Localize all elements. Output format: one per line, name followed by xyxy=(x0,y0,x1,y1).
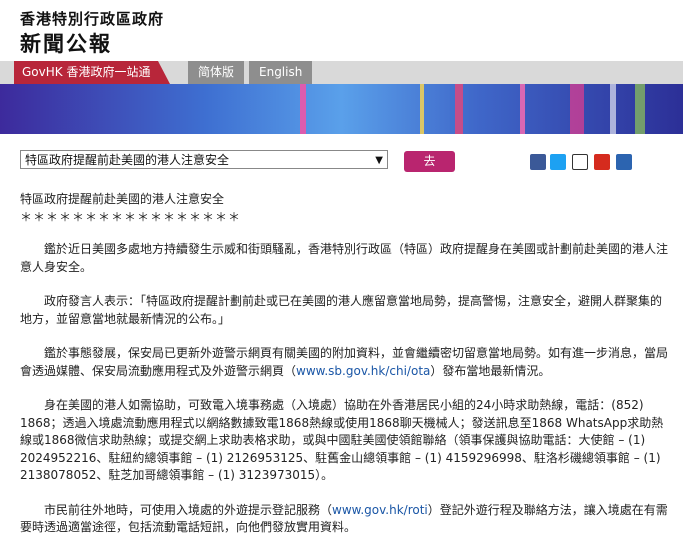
header-org: 香港特別行政區政府 xyxy=(20,10,165,28)
nav-bar: GovHK 香港政府一站通 简体版 English xyxy=(0,61,683,84)
simplified-chinese-link[interactable]: 简体版 xyxy=(188,61,245,84)
article-content: 特區政府提醒前赴美國的港人注意安全 ＊＊＊＊＊＊＊＊＊＊＊＊＊＊＊＊＊ 鑑於近日… xyxy=(20,191,670,554)
page-title: 新聞公報 xyxy=(20,32,112,56)
facebook-icon[interactable] xyxy=(530,154,546,170)
paragraph-2: 政府發言人表示：「特區政府提醒計劃前赴或已在美國的港人應留意當地局勢，提高警惕，… xyxy=(20,294,663,326)
paragraph-5-text-a: 市民前往外地時，可使用入境處的外遊提示登記服務（ xyxy=(44,502,333,517)
article-headline: 特區政府提醒前赴美國的港人注意安全 xyxy=(20,192,225,206)
press-release-select[interactable]: 特區政府提醒前赴美國的港人注意安全 ▼ xyxy=(20,150,388,169)
mail-icon[interactable] xyxy=(572,154,588,170)
ota-link[interactable]: www.sb.gov.hk/chi/ota xyxy=(296,364,430,378)
chevron-down-icon: ▼ xyxy=(375,155,383,166)
separator-stars: ＊＊＊＊＊＊＊＊＊＊＊＊＊＊＊＊＊ xyxy=(20,209,242,224)
print-icon[interactable] xyxy=(616,154,632,170)
paragraph-4: 身在美國的港人如需協助，可致電入境事務處（入境處）協助在外香港居民小組的24小時… xyxy=(20,398,664,482)
paragraph-3: 鑑於事態發展，保安局已更新外遊警示網頁有關美國的附加資料，並會繼續密切留意當地局… xyxy=(20,345,670,380)
twitter-icon[interactable] xyxy=(550,154,566,170)
english-link[interactable]: English xyxy=(249,61,313,84)
paragraph-3-text-b: ）發布當地最新情況。 xyxy=(430,363,551,378)
weibo-icon[interactable] xyxy=(594,154,610,170)
banner-image xyxy=(0,84,683,134)
paragraph-1: 鑑於近日美國多處地方持續發生示威和街頭騷亂，香港特別行政區（特區）政府提醒身在美… xyxy=(20,242,669,274)
select-value: 特區政府提醒前赴美國的港人注意安全 xyxy=(25,153,230,167)
paragraph-5: 市民前往外地時，可使用入境處的外遊提示登記服務（www.gov.hk/roti）… xyxy=(20,502,670,537)
govhk-link[interactable]: GovHK 香港政府一站通 xyxy=(14,61,171,84)
go-button[interactable]: 去 xyxy=(404,151,455,172)
roti-link[interactable]: www.gov.hk/roti xyxy=(332,503,428,517)
